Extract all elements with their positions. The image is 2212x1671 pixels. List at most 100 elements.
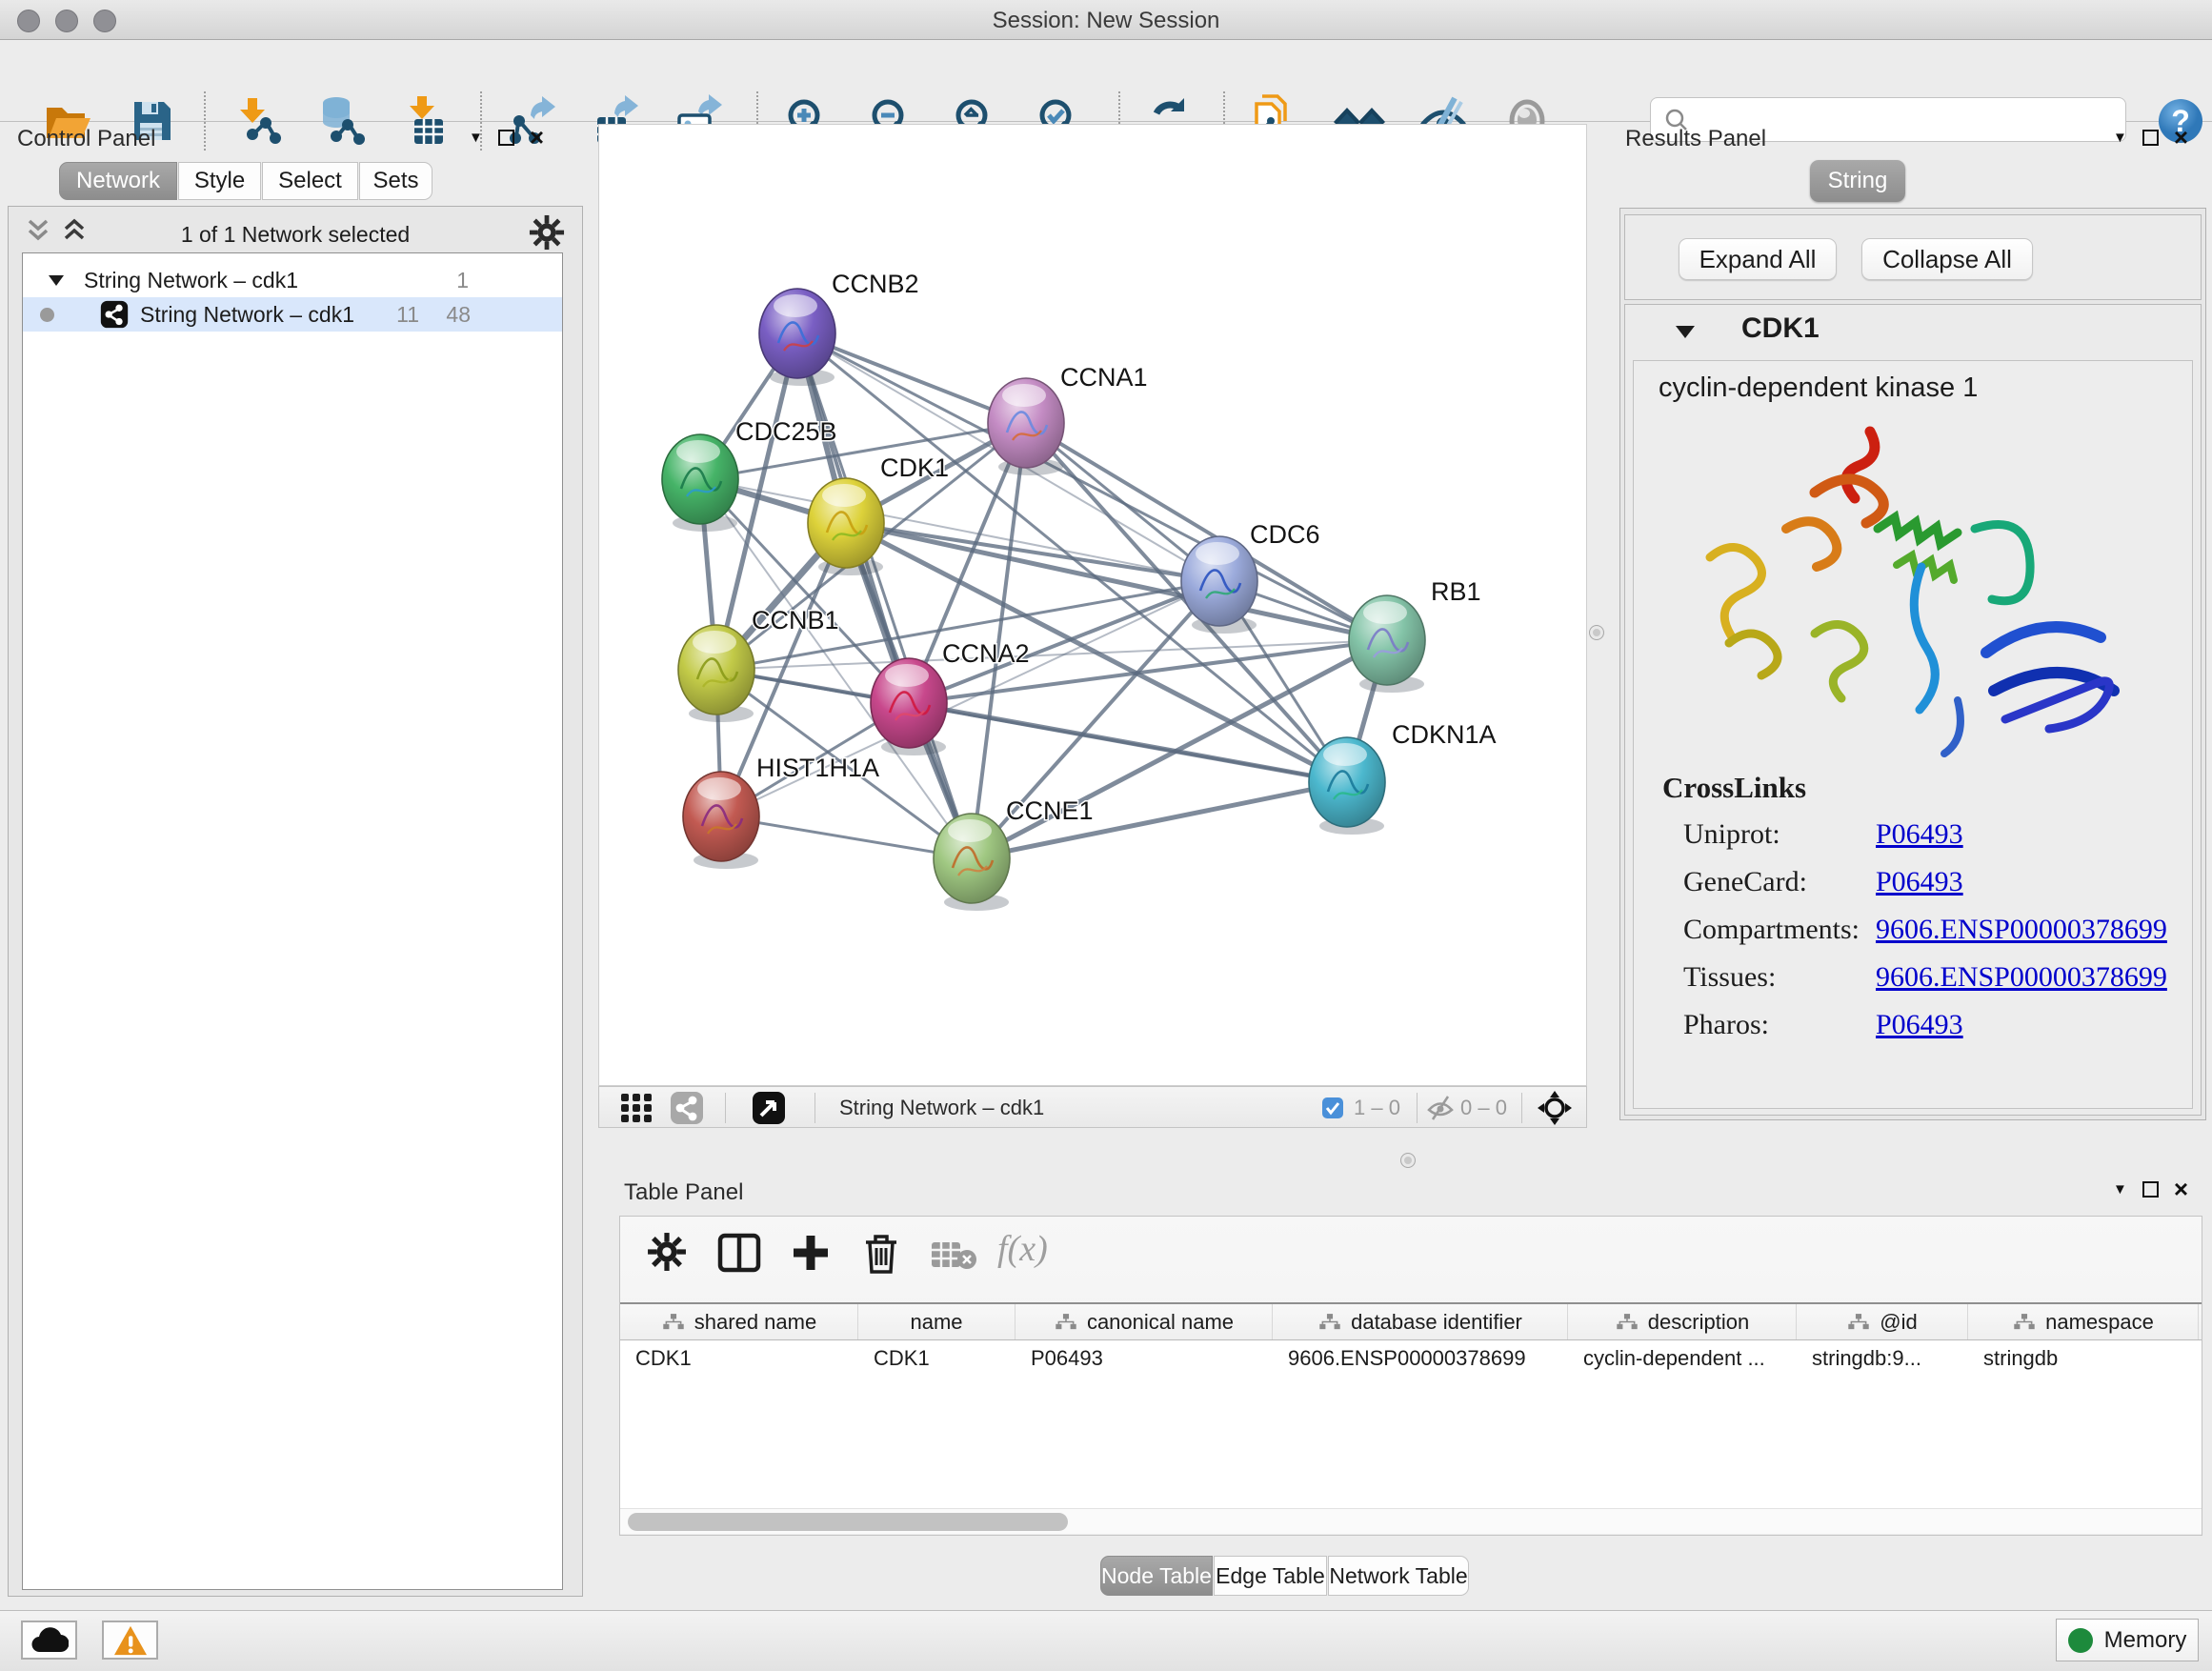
collapse-all-button[interactable]: Collapse All	[1861, 238, 2033, 280]
panel-close-icon[interactable]: ×	[2174, 1181, 2188, 1198]
panel-close-icon[interactable]: ×	[530, 130, 544, 146]
table-cell[interactable]: P06493	[1016, 1340, 1273, 1377]
table-panel-title: Table Panel	[624, 1179, 743, 1206]
section-collapse-icon[interactable]	[1675, 324, 1696, 339]
toolbar-separator	[1417, 1093, 1418, 1123]
network-node[interactable]	[662, 434, 738, 532]
tab-network[interactable]: Network	[59, 162, 177, 200]
network-overview-icon[interactable]	[670, 1091, 704, 1125]
warning-status-button[interactable]	[102, 1621, 158, 1660]
column-header--id[interactable]: @id	[1797, 1304, 1968, 1339]
table-cell[interactable]: stringdb	[1968, 1340, 2199, 1377]
tab-select[interactable]: Select	[262, 162, 358, 200]
function-builder-icon[interactable]: f(x)	[997, 1228, 1048, 1270]
panel-menu-icon[interactable]: ▼	[469, 130, 483, 146]
network-node[interactable]	[988, 378, 1064, 475]
network-node-label: CCNA2	[942, 639, 1030, 668]
genecard-link[interactable]: P06493	[1876, 866, 1963, 898]
horizontal-splitter-handle[interactable]	[1589, 625, 1604, 640]
delete-table-icon[interactable]	[931, 1239, 976, 1270]
column-header-canonical-name[interactable]: canonical name	[1016, 1304, 1273, 1339]
network-collection-row[interactable]: String Network – cdk1 1	[23, 263, 562, 297]
tab-style[interactable]: Style	[178, 162, 261, 200]
network-node[interactable]	[1309, 737, 1385, 835]
show-columns-icon[interactable]	[717, 1232, 761, 1274]
table-cell[interactable]: CDK1	[620, 1340, 858, 1377]
cloud-status-button[interactable]	[21, 1621, 77, 1660]
tab-edge-table[interactable]: Edge Table	[1214, 1556, 1327, 1596]
add-column-icon[interactable]	[790, 1232, 832, 1274]
network-node-label: CDC25B	[735, 417, 837, 446]
network-node[interactable]	[808, 478, 884, 575]
column-header-database-identifier[interactable]: database identifier	[1273, 1304, 1568, 1339]
network-canvas[interactable]: CCNB2CCNA1CDC25BCDK1CDC6RB1CCNB1CCNA2CDK…	[598, 124, 1587, 1086]
warning-icon	[112, 1624, 149, 1657]
table-cell[interactable]: CDK1	[858, 1340, 1016, 1377]
column-header-shared-name[interactable]: shared name	[620, 1304, 858, 1339]
table-panel-header-controls: ▼ ×	[2113, 1181, 2188, 1198]
memory-button[interactable]: Memory	[2056, 1619, 2199, 1661]
attribute-tree-icon	[1317, 1313, 1342, 1331]
memory-label: Memory	[2104, 1627, 2187, 1654]
tissues-link[interactable]: 9606.ENSP00000378699	[1876, 961, 2167, 994]
panel-float-icon[interactable]	[2142, 1181, 2159, 1198]
table-horizontal-scrollbar[interactable]	[620, 1508, 2202, 1534]
crosslink-label: Compartments:	[1683, 914, 1876, 946]
table-cell[interactable]: stringdb:9...	[1797, 1340, 1968, 1377]
network-node[interactable]	[683, 772, 759, 869]
table-cell[interactable]: 9606.ENSP00000378699	[1273, 1340, 1568, 1377]
selected-node-edge-counts: 1 – 0	[1354, 1096, 1400, 1120]
panel-menu-icon[interactable]: ▼	[2113, 130, 2127, 146]
tab-node-table[interactable]: Node Table	[1100, 1556, 1213, 1596]
collection-expand-icon[interactable]	[48, 273, 65, 287]
network-node-label: CDK1	[880, 453, 949, 482]
column-header-name[interactable]: name	[858, 1304, 1016, 1339]
network-row-selected[interactable]: String Network – cdk1 11 48	[23, 297, 562, 332]
network-node[interactable]	[934, 814, 1010, 911]
compartments-link[interactable]: 9606.ENSP00000378699	[1876, 914, 2167, 946]
panel-float-icon[interactable]	[2142, 130, 2159, 146]
panel-close-icon[interactable]: ×	[2174, 130, 2188, 146]
column-header-namespace[interactable]: namespace	[1968, 1304, 2199, 1339]
scrollbar-thumb[interactable]	[628, 1513, 1068, 1531]
network-manager-header: 1 of 1 Network selected	[9, 214, 582, 252]
control-panel-header-controls: ▼ ×	[469, 130, 544, 146]
selected-checkbox-icon[interactable]	[1321, 1097, 1344, 1119]
node-table[interactable]: shared namenamecanonical namedatabase id…	[620, 1302, 2202, 1508]
import-network-from-database-icon[interactable]	[314, 93, 370, 149]
network-state-dot-icon	[40, 308, 54, 322]
tab-string[interactable]: String	[1810, 160, 1905, 202]
network-node-count: 11	[396, 302, 419, 328]
network-node[interactable]	[1349, 595, 1425, 693]
uniprot-link[interactable]: P06493	[1876, 818, 1963, 851]
network-node[interactable]	[1181, 536, 1257, 634]
grid-view-icon[interactable]	[620, 1093, 653, 1123]
crosslink-label: GeneCard:	[1683, 866, 1876, 898]
string-results-panel: Expand All Collapse All CDK1 cyclin-depe…	[1619, 208, 2206, 1120]
fit-selected-crosshair-icon[interactable]	[1537, 1090, 1573, 1126]
expand-all-button[interactable]: Expand All	[1679, 238, 1837, 280]
vertical-splitter-handle[interactable]	[1400, 1153, 1416, 1168]
results-button-row: Expand All Collapse All	[1624, 214, 2202, 300]
panel-menu-icon[interactable]: ▼	[2113, 1181, 2127, 1198]
delete-column-trash-icon[interactable]	[860, 1232, 902, 1276]
table-cell[interactable]: cyclin-dependent ...	[1568, 1340, 1797, 1377]
network-node[interactable]	[678, 625, 754, 722]
network-edge-count: 48	[446, 302, 471, 328]
table-options-gear-icon[interactable]	[647, 1232, 687, 1272]
column-header-description[interactable]: description	[1568, 1304, 1797, 1339]
table-row[interactable]: CDK1CDK1P064939606.ENSP00000378699cyclin…	[620, 1340, 2202, 1377]
crosslinks-heading: CrossLinks	[1662, 771, 2167, 805]
network-view-name: String Network – cdk1	[839, 1096, 1044, 1120]
hidden-eye-slash-icon[interactable]	[1426, 1095, 1455, 1121]
import-network-icon[interactable]	[231, 93, 286, 149]
open-in-window-icon[interactable]	[752, 1091, 786, 1125]
tab-network-table[interactable]: Network Table	[1328, 1556, 1469, 1596]
panel-float-icon[interactable]	[498, 130, 514, 146]
memory-status-dot-icon	[2068, 1628, 2093, 1653]
tab-sets[interactable]: Sets	[359, 162, 432, 200]
toolbar-separator	[814, 1093, 815, 1123]
import-table-icon[interactable]	[400, 93, 455, 149]
network-options-gear-icon[interactable]	[529, 214, 565, 251]
pharos-link[interactable]: P06493	[1876, 1009, 1963, 1041]
